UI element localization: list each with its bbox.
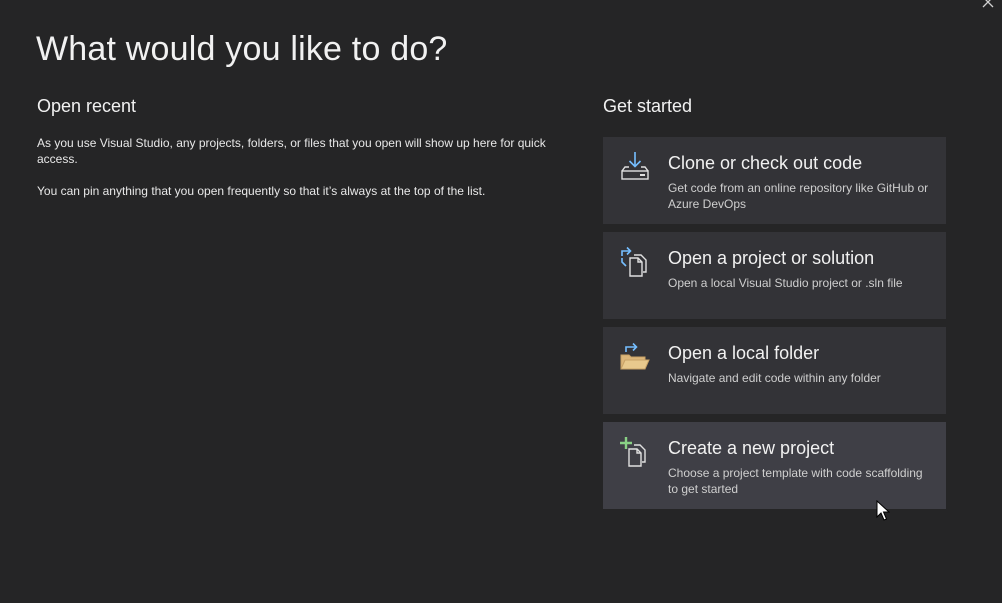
get-started-cards: Clone or check out code Get code from an…	[603, 137, 946, 509]
card-title: Clone or check out code	[668, 153, 863, 173]
open-recent-description: As you use Visual Studio, any projects, …	[37, 136, 546, 166]
card-description: Navigate and edit code within any folder	[668, 371, 881, 385]
clone-code-card[interactable]: Clone or check out code Get code from an…	[603, 137, 946, 224]
page-title: What would you like to do?	[36, 30, 448, 68]
clone-download-icon	[617, 149, 653, 185]
open-project-icon	[617, 244, 653, 280]
card-title: Open a project or solution	[668, 248, 875, 268]
card-description: Open a local Visual Studio project or .s…	[668, 276, 903, 290]
new-project-icon	[617, 434, 653, 470]
get-started-heading: Get started	[603, 96, 693, 116]
open-folder-card[interactable]: Open a local folder Navigate and edit co…	[603, 327, 946, 414]
card-description: Get code from an online repository like …	[668, 181, 929, 211]
create-project-card[interactable]: Create a new project Choose a project te…	[603, 422, 946, 509]
open-recent-section: Open recent As you use Visual Studio, an…	[37, 96, 557, 199]
close-icon[interactable]	[980, 0, 996, 10]
open-recent-pin-hint: You can pin anything that you open frequ…	[37, 184, 486, 198]
card-title: Create a new project	[668, 438, 835, 458]
start-window: What would you like to do? Open recent A…	[0, 0, 1002, 603]
open-folder-icon	[617, 339, 653, 375]
open-project-card[interactable]: Open a project or solution Open a local …	[603, 232, 946, 319]
get-started-section: Get started Clone or check out code Get …	[603, 96, 946, 517]
card-description: Choose a project template with code scaf…	[668, 466, 923, 496]
open-recent-heading: Open recent	[37, 96, 137, 116]
card-title: Open a local folder	[668, 343, 820, 363]
